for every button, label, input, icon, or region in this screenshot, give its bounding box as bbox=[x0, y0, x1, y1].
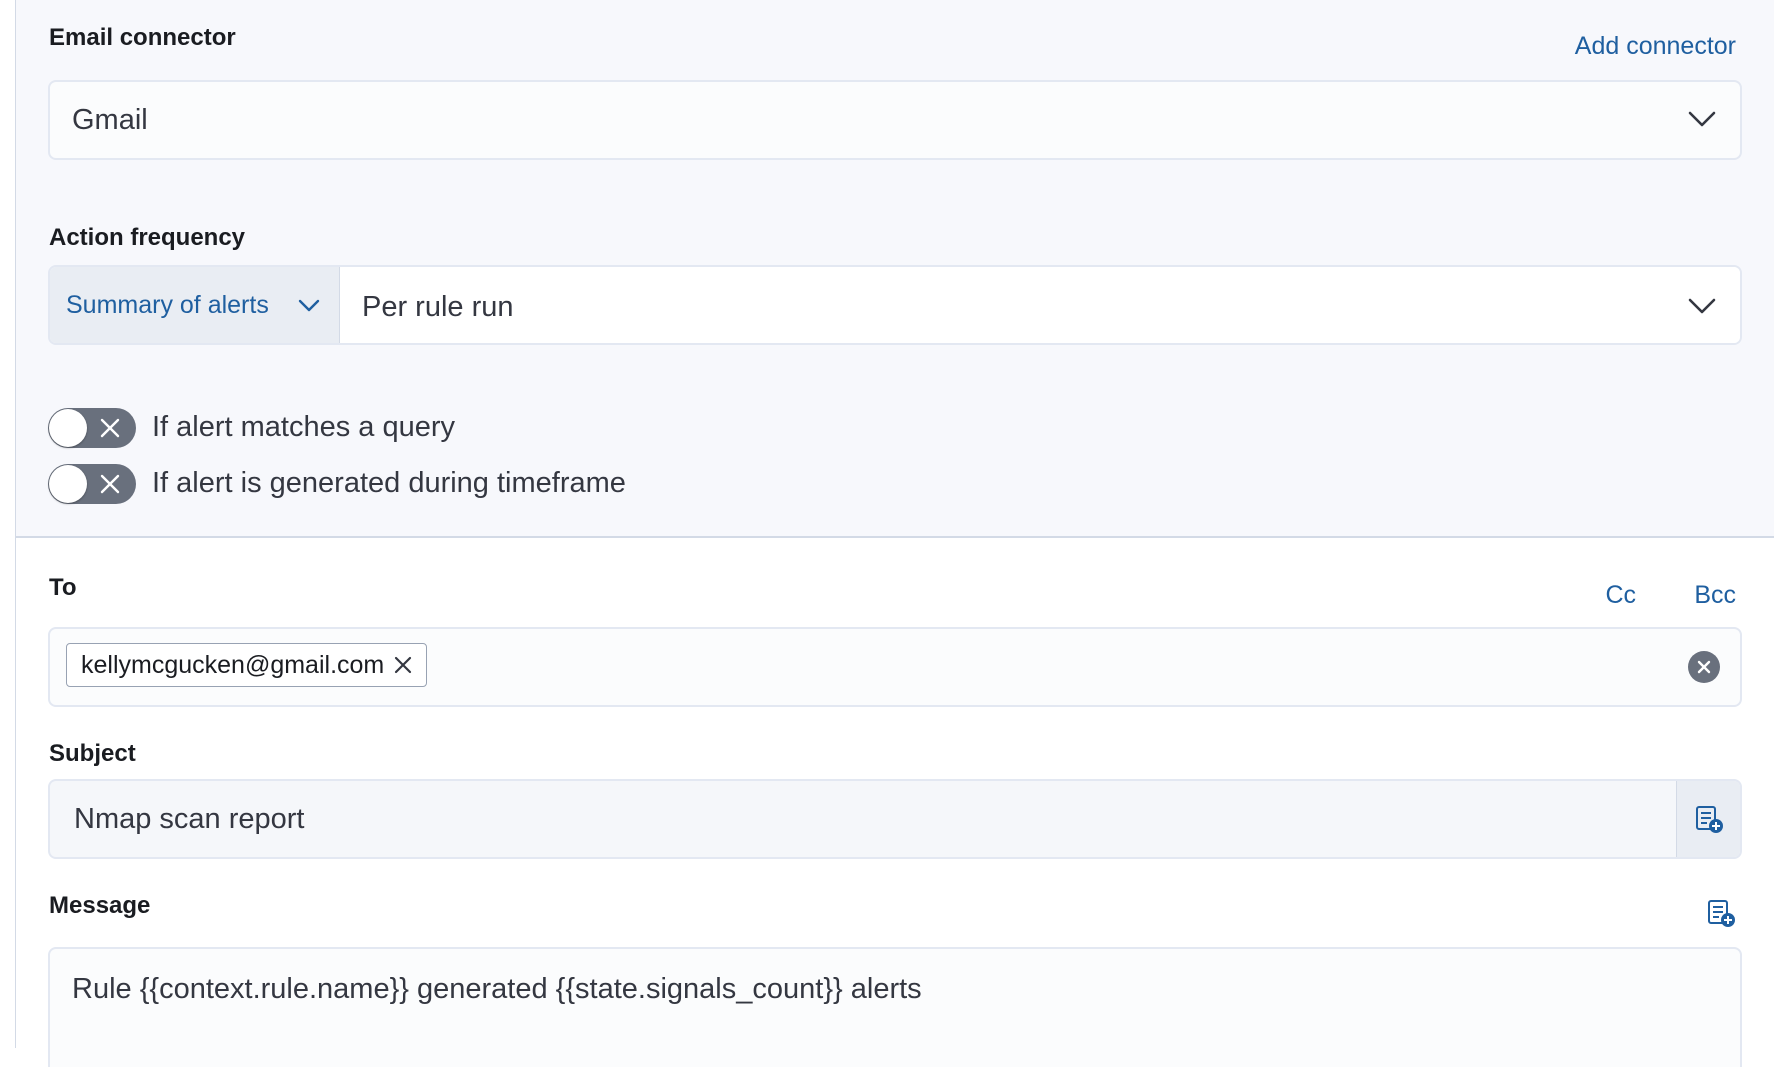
add-variable-icon[interactable] bbox=[1706, 898, 1736, 928]
clear-recipients-button[interactable] bbox=[1688, 651, 1720, 683]
chevron-down-icon bbox=[1688, 111, 1716, 127]
action-settings-section: Email connector Add connector Gmail Acti… bbox=[16, 0, 1774, 538]
email-params-section: To Cc Bcc kellymcgucken@gmail.com Subjec… bbox=[16, 540, 1774, 1067]
message-textarea[interactable]: Rule {{context.rule.name}} generated {{s… bbox=[48, 947, 1742, 1067]
to-recipients-combobox[interactable]: kellymcgucken@gmail.com bbox=[48, 627, 1742, 707]
action-frequency-label: Action frequency bbox=[49, 224, 246, 251]
summary-mode-value: Summary of alerts bbox=[66, 291, 269, 319]
alert-timeframe-toggle-label: If alert is generated during timeframe bbox=[152, 467, 626, 499]
toggle-knob bbox=[49, 465, 87, 503]
email-action-form: Email connector Add connector Gmail Acti… bbox=[0, 0, 1774, 1067]
recipient-chip: kellymcgucken@gmail.com bbox=[66, 643, 428, 687]
recipient-email: kellymcgucken@gmail.com bbox=[81, 650, 385, 679]
frequency-interval-select[interactable]: Per rule run bbox=[340, 267, 1740, 343]
panel-left-border bbox=[0, 0, 16, 1048]
add-connector-link[interactable]: Add connector bbox=[1575, 32, 1736, 61]
chevron-down-icon bbox=[298, 299, 320, 312]
cc-link[interactable]: Cc bbox=[1605, 581, 1636, 610]
close-icon[interactable] bbox=[394, 656, 412, 674]
subject-input[interactable]: Nmap scan report bbox=[48, 779, 1742, 859]
subject-value: Nmap scan report bbox=[74, 803, 305, 835]
alert-query-toggle[interactable] bbox=[48, 408, 136, 448]
to-label: To bbox=[49, 574, 77, 601]
cross-icon bbox=[100, 418, 120, 438]
chevron-down-icon bbox=[1688, 298, 1716, 314]
toggle-knob bbox=[49, 409, 87, 447]
cross-icon bbox=[100, 474, 120, 494]
summary-mode-select[interactable]: Summary of alerts bbox=[50, 267, 340, 343]
alert-query-toggle-label: If alert matches a query bbox=[152, 411, 456, 443]
message-value: Rule {{context.rule.name}} generated {{s… bbox=[72, 973, 922, 1005]
email-connector-value: Gmail bbox=[72, 104, 148, 136]
message-label: Message bbox=[49, 892, 151, 919]
add-variable-icon bbox=[1695, 806, 1723, 833]
email-connector-label: Email connector bbox=[49, 24, 236, 51]
clear-icon bbox=[1697, 660, 1711, 674]
subject-label: Subject bbox=[49, 740, 136, 767]
email-connector-select[interactable]: Gmail bbox=[48, 80, 1742, 160]
frequency-interval-value: Per rule run bbox=[362, 291, 514, 323]
action-frequency-field: Summary of alerts Per rule run bbox=[48, 265, 1742, 345]
alert-timeframe-toggle[interactable] bbox=[48, 464, 136, 504]
add-variable-button[interactable] bbox=[1676, 781, 1740, 857]
bcc-link[interactable]: Bcc bbox=[1694, 581, 1736, 610]
